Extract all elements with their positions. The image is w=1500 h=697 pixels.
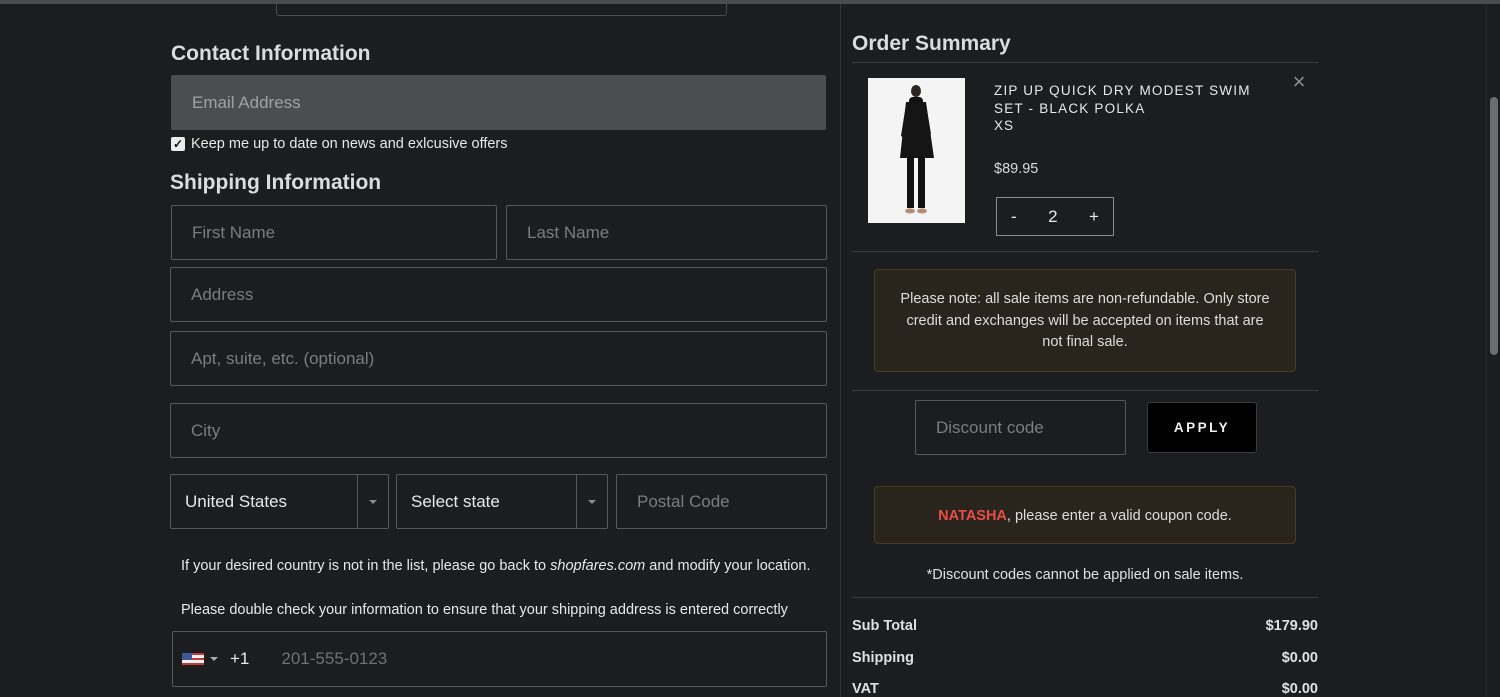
increment-button[interactable]: + (1089, 207, 1099, 227)
first-name-field[interactable] (171, 205, 497, 260)
subtotal-value: $179.90 (1265, 618, 1318, 634)
postal-code-input[interactable] (617, 475, 826, 528)
city-field[interactable] (170, 403, 827, 458)
shipping-value: $0.00 (1281, 650, 1318, 666)
vat-row: VAT $0.00 (852, 681, 1318, 697)
product-size: XS (994, 118, 1015, 133)
state-select[interactable]: Select state (396, 474, 608, 529)
subtotal-label: Sub Total (852, 618, 917, 634)
coupon-error-name: NATASHA (938, 508, 1007, 524)
country-note-text: If your desired country is not in the li… (181, 558, 551, 574)
divider (852, 597, 1318, 598)
email-field[interactable] (171, 75, 826, 130)
product-price: $89.95 (994, 161, 1039, 177)
apply-button[interactable]: APPLY (1147, 402, 1257, 453)
country-note: If your desired country is not in the li… (181, 558, 811, 574)
newsletter-label: Keep me up to date on news and exlcusive… (191, 136, 508, 152)
sale-notice: Please note: all sale items are non-refu… (874, 269, 1296, 372)
chevron-down-icon (369, 499, 377, 504)
shop-link[interactable]: shopfares.com (550, 558, 645, 574)
city-input[interactable] (171, 404, 826, 457)
country-value: United States (185, 491, 288, 511)
state-dropdown-arrow[interactable] (576, 475, 607, 528)
coupon-error-text: , please enter a valid coupon code. (1006, 508, 1232, 524)
chevron-down-icon (588, 499, 596, 504)
newsletter-row[interactable]: ✓ Keep me up to date on news and exlcusi… (171, 136, 508, 152)
country-note-text-end: and modify your location. (645, 558, 811, 574)
phone-input[interactable] (281, 649, 682, 669)
column-divider (840, 4, 841, 697)
address-field[interactable] (170, 267, 827, 322)
order-summary-heading: Order Summary (852, 32, 1011, 55)
newsletter-checkbox[interactable]: ✓ (171, 137, 185, 151)
coupon-error: NATASHA, please enter a valid coupon cod… (874, 486, 1296, 544)
divider (852, 62, 1318, 63)
contact-heading: Contact Information (171, 42, 371, 65)
vat-value: $0.00 (1281, 681, 1318, 697)
country-select[interactable]: United States (170, 474, 389, 529)
scrollbar[interactable] (1486, 4, 1500, 697)
state-value: Select state (411, 491, 500, 511)
browser-top-strip (0, 0, 1500, 4)
first-name-input[interactable] (172, 206, 496, 259)
quantity-value: 2 (1048, 206, 1058, 226)
country-dropdown-arrow[interactable] (357, 475, 388, 528)
phone-field[interactable]: +1 (172, 631, 827, 687)
chevron-down-icon[interactable] (210, 657, 218, 661)
close-icon[interactable]: × (1290, 71, 1308, 93)
product-image (868, 78, 965, 223)
subtotal-row: Sub Total $179.90 (852, 618, 1318, 634)
us-flag-icon[interactable] (182, 652, 204, 666)
phone-country-code: +1 (230, 649, 250, 668)
shipping-row: Shipping $0.00 (852, 650, 1318, 666)
last-name-field[interactable] (506, 205, 827, 260)
scrollbar-thumb[interactable] (1490, 97, 1498, 355)
divider (852, 390, 1318, 391)
shipping-heading: Shipping Information (170, 171, 382, 194)
discount-note: *Discount codes cannot be applied on sal… (926, 567, 1244, 583)
address-input[interactable] (171, 268, 826, 321)
product-name: ZIP UP QUICK DRY MODEST SWIM SET - BLACK… (994, 83, 1251, 116)
apt-field[interactable] (170, 331, 827, 386)
previous-field-edge (276, 0, 727, 16)
quantity-stepper[interactable]: - 2 + (996, 197, 1114, 236)
divider (852, 251, 1318, 252)
shipping-label: Shipping (852, 650, 915, 666)
discount-code-input[interactable] (916, 401, 1125, 454)
last-name-input[interactable] (507, 206, 826, 259)
postal-code-field[interactable] (616, 474, 827, 529)
apt-input[interactable] (171, 332, 826, 385)
vat-label: VAT (852, 681, 879, 697)
double-check-note: Please double check your information to … (181, 602, 788, 618)
decrement-button[interactable]: - (1011, 207, 1017, 227)
email-input[interactable] (171, 75, 826, 130)
discount-code-field[interactable] (915, 400, 1126, 455)
